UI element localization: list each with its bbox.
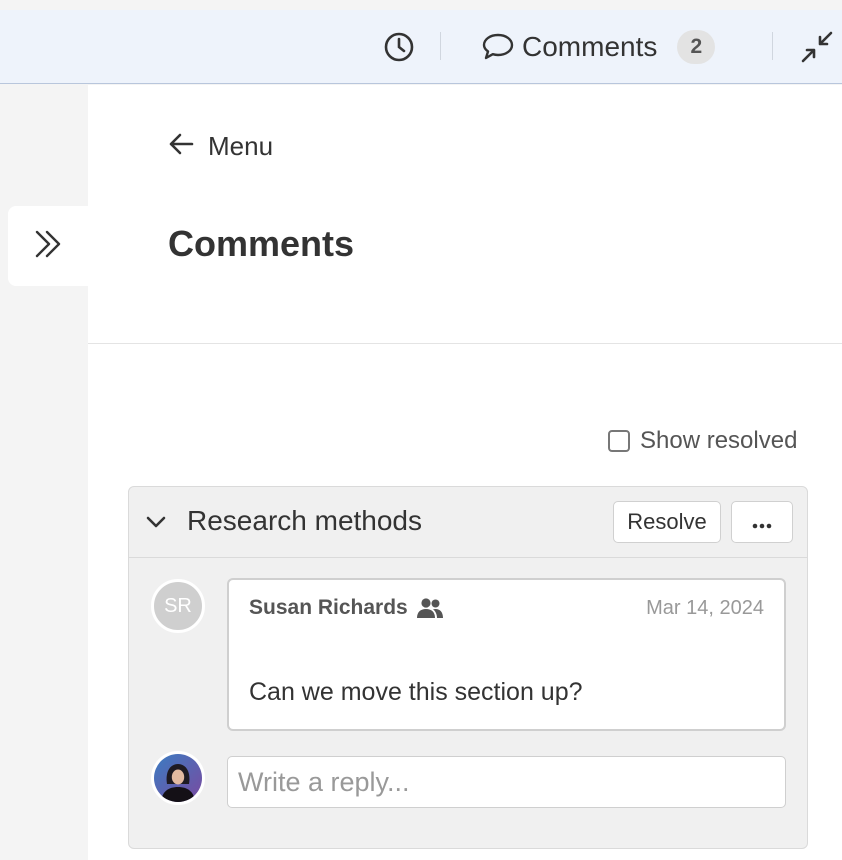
- comments-toggle-button[interactable]: Comments 2: [482, 30, 716, 64]
- arrow-left-icon: [168, 132, 194, 161]
- current-user-avatar: [151, 751, 205, 805]
- comment-thread: Research methods Resolve SR Susan Richar…: [128, 486, 808, 849]
- comment-card: Susan Richards Mar 14, 2024 Can we move …: [227, 578, 786, 731]
- comments-panel: Menu Comments Show resolved Research met…: [88, 85, 842, 860]
- sidebar-expand-button[interactable]: [8, 206, 88, 286]
- speech-bubble-icon: [482, 32, 514, 62]
- back-to-menu-link[interactable]: Menu: [168, 129, 273, 163]
- ellipsis-icon: [751, 509, 773, 535]
- back-link-label: Menu: [208, 130, 274, 161]
- more-options-button[interactable]: [731, 501, 793, 543]
- comments-toggle-label: Comments: [522, 31, 658, 62]
- show-resolved-toggle[interactable]: Show resolved: [608, 427, 797, 455]
- clock-icon[interactable]: [382, 30, 416, 64]
- comment-author: Susan Richards: [249, 596, 444, 620]
- comment-count-badge: 2: [677, 30, 716, 64]
- minimize-arrows-icon[interactable]: [800, 30, 834, 64]
- resolve-button[interactable]: Resolve: [613, 501, 721, 543]
- double-chevron-right-icon: [33, 229, 63, 264]
- toolbar-divider: [772, 32, 773, 60]
- show-resolved-checkbox[interactable]: [608, 430, 630, 452]
- toolbar-divider: [440, 32, 441, 60]
- chevron-down-icon[interactable]: [145, 511, 167, 538]
- thread-title: Research methods: [187, 505, 423, 536]
- top-toolbar: Comments 2: [0, 10, 842, 84]
- author-name: Susan Richards: [249, 596, 408, 619]
- comment-date: Mar 14, 2024: [646, 597, 764, 619]
- author-avatar: SR: [151, 579, 205, 633]
- people-icon: [416, 597, 444, 619]
- comment-text: Can we move this section up?: [249, 678, 583, 706]
- left-gutter: [0, 85, 88, 860]
- panel-title: Comments: [168, 223, 355, 264]
- show-resolved-label: Show resolved: [640, 427, 798, 454]
- panel-header: Menu Comments: [88, 85, 842, 344]
- thread-header: Research methods Resolve: [129, 487, 807, 558]
- reply-input[interactable]: [227, 756, 786, 808]
